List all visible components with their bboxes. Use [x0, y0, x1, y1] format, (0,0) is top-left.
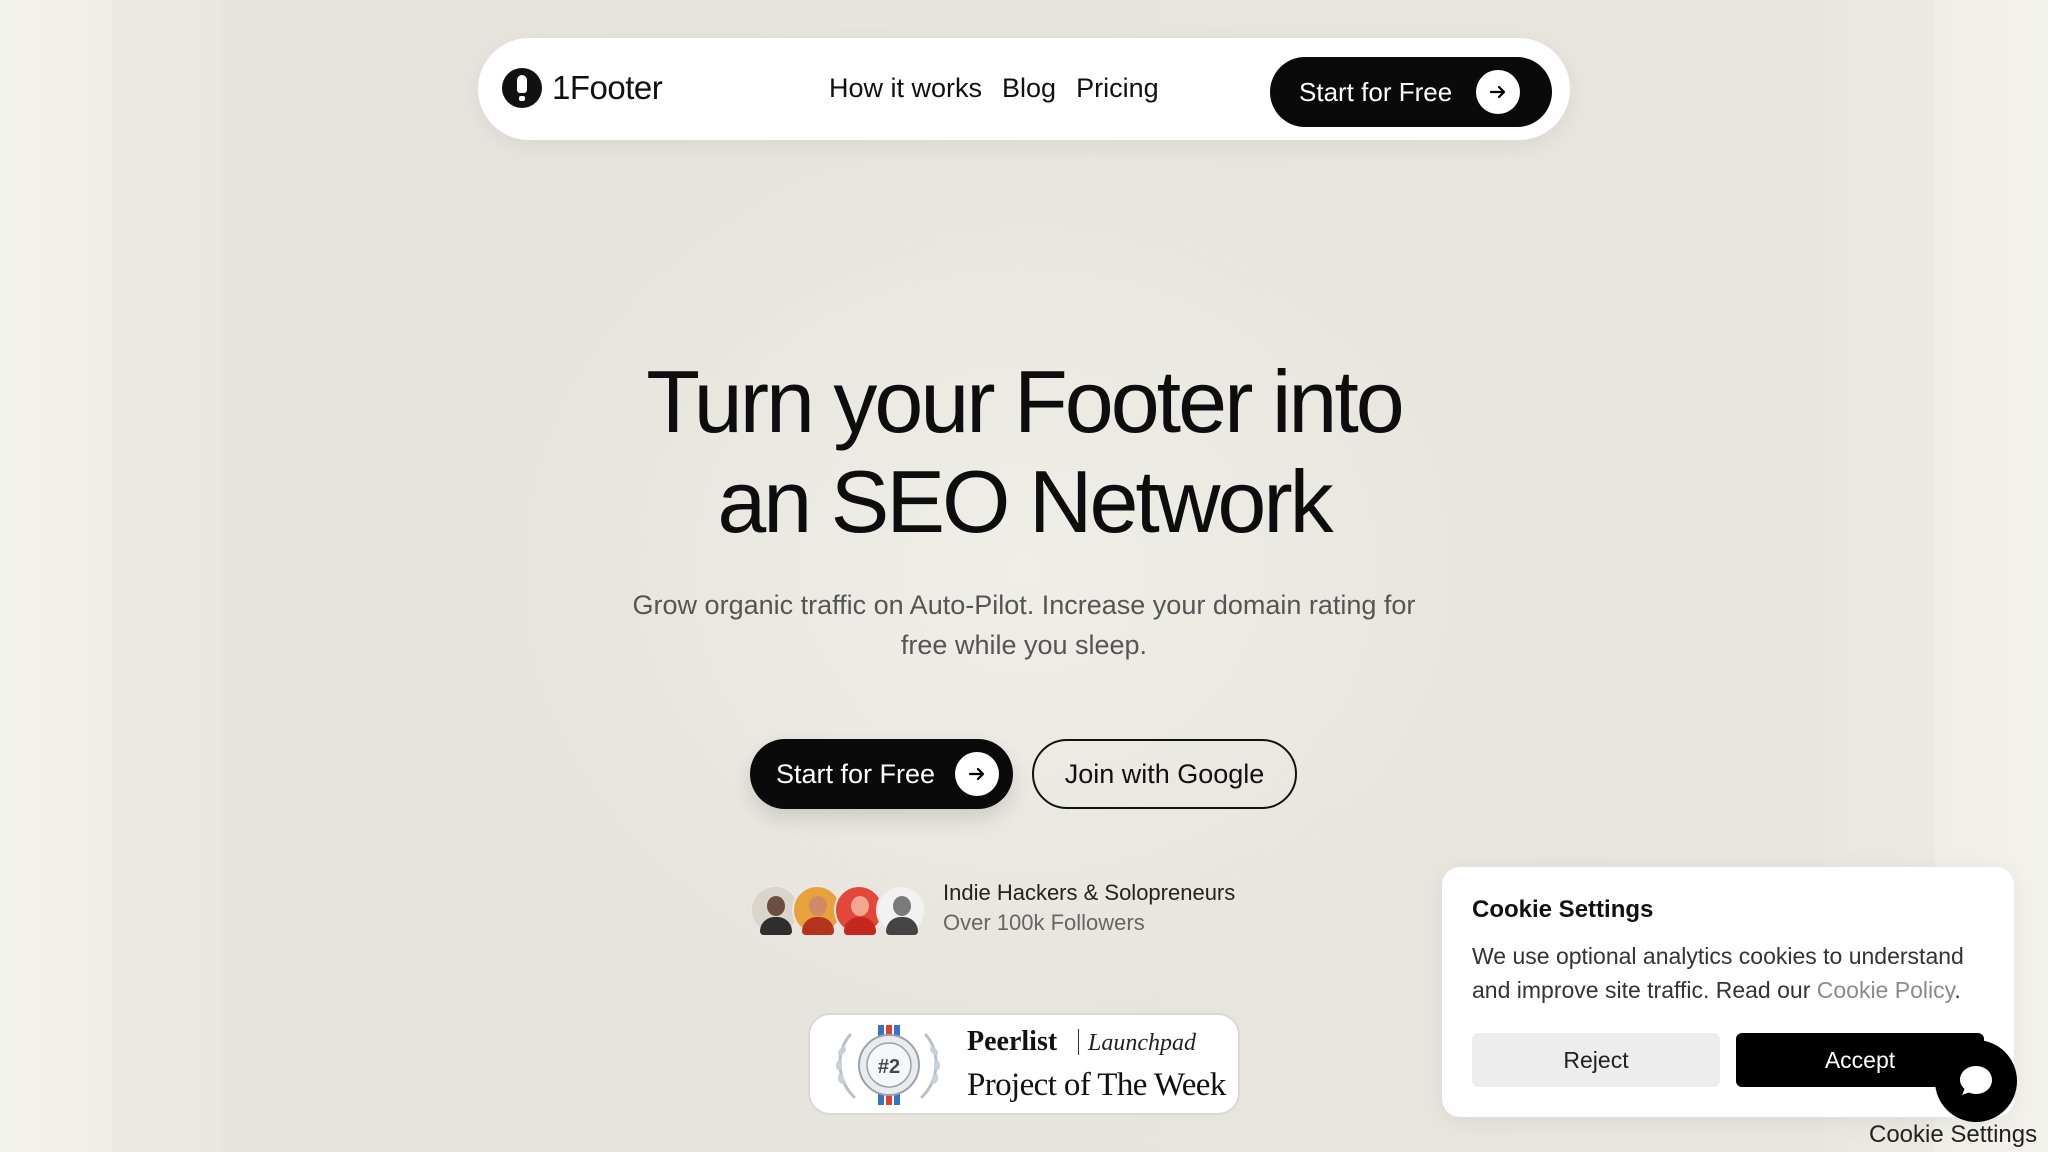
cookie-text-period: .: [1954, 977, 1961, 1003]
social-proof-subtitle: Over 100k Followers: [943, 910, 1145, 935]
nav-link-how-it-works[interactable]: How it works: [829, 70, 982, 106]
badge-title: Project of The Week: [967, 1067, 1226, 1103]
hero-cta-label: Start for Free: [776, 759, 936, 789]
hero-title-line-1: Turn your Footer into: [646, 352, 1404, 451]
badge-rank: #2: [878, 1056, 900, 1078]
nav-start-for-free-button[interactable]: Start for Free: [1270, 57, 1552, 127]
hero-subtitle: Grow organic traffic on Auto-Pilot. Incr…: [574, 585, 1474, 665]
arrow-right-icon: [1476, 70, 1520, 114]
hero-title: Turn your Footer into an SEO Network: [0, 352, 2048, 552]
navbar: 1Footer How it works Blog Pricing Start …: [478, 38, 1570, 140]
laurel-medal-icon: #2: [835, 1025, 941, 1105]
brand-name[interactable]: 1Footer: [552, 68, 663, 108]
cookie-policy-link[interactable]: Cookie Policy: [1817, 977, 1955, 1003]
arrow-right-icon: [955, 752, 999, 796]
avatar: [876, 885, 926, 935]
nav-link-blog[interactable]: Blog: [1002, 70, 1056, 106]
nav-cta-label: Start for Free: [1299, 77, 1453, 107]
peerlist-badge[interactable]: #2 Peerlist Launchpad Project of The Wee…: [808, 1013, 1240, 1115]
hero-title-line-2: an SEO Network: [717, 452, 1333, 551]
hero-start-for-free-button[interactable]: Start for Free: [750, 739, 1013, 809]
cookie-title: Cookie Settings: [1472, 896, 1654, 923]
chat-bubble-button[interactable]: [1935, 1040, 2017, 1122]
cookie-settings-link[interactable]: Cookie Settings: [1869, 1119, 2037, 1151]
social-proof-title: Indie Hackers & Solopreneurs: [943, 880, 1236, 905]
cookie-banner: Cookie Settings We use optional analytic…: [1442, 867, 2014, 1117]
badge-divider: [1078, 1029, 1079, 1055]
hero-subtitle-line-1: Grow organic traffic on Auto-Pilot. Incr…: [632, 590, 1416, 620]
reject-button[interactable]: Reject: [1472, 1033, 1720, 1087]
hero-subtitle-line-2: free while you sleep.: [900, 630, 1148, 660]
nav-links: How it works Blog Pricing: [829, 70, 1159, 106]
1footer-logo-icon[interactable]: [502, 68, 542, 108]
badge-launchpad: Launchpad: [1088, 1030, 1196, 1056]
cookie-text: We use optional analytics cookies to und…: [1472, 939, 2002, 1007]
join-with-google-button[interactable]: Join with Google: [1032, 739, 1297, 809]
follower-avatars: [750, 885, 930, 937]
badge-brand: Peerlist: [967, 1026, 1058, 1057]
chat-icon: [1960, 1066, 1992, 1095]
nav-link-pricing[interactable]: Pricing: [1076, 70, 1159, 106]
